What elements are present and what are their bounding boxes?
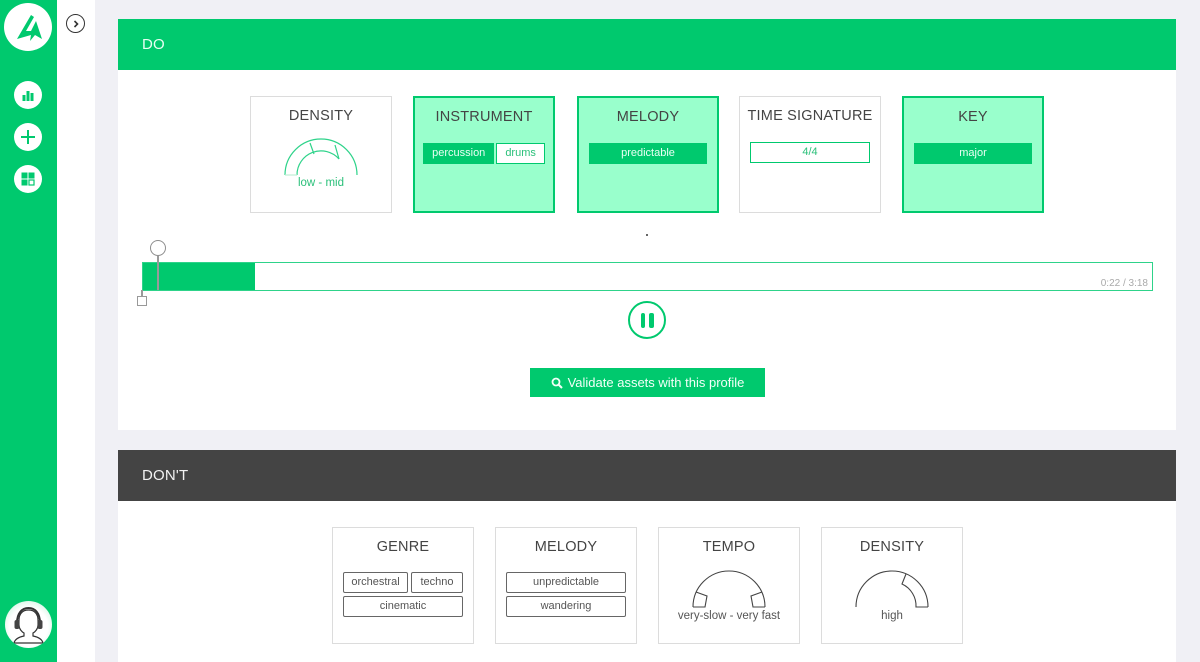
timeline-progress [143, 263, 255, 290]
pause-button[interactable] [628, 301, 666, 339]
gauge-label: high [881, 610, 903, 622]
dont-card-genre[interactable]: GENRE orchestral techno cinematic [332, 527, 474, 644]
do-card-time-signature[interactable]: TIME SIGNATURE 4/4 [739, 96, 881, 213]
card-title: KEY [958, 109, 988, 125]
search-icon [551, 377, 563, 389]
chip-predictable[interactable]: predictable [589, 143, 707, 164]
chip-wandering[interactable]: wandering [506, 596, 626, 617]
do-card-key[interactable]: KEY major [902, 96, 1044, 213]
pause-icon [649, 312, 654, 328]
chip-cinematic[interactable]: cinematic [343, 596, 463, 617]
chevron-right-icon [73, 19, 79, 28]
dont-panel-header: DON'T [118, 450, 1176, 501]
bar-chart-icon [22, 91, 34, 101]
chip-orchestral[interactable]: orchestral [343, 572, 408, 593]
secondary-sidebar [57, 0, 95, 662]
playback-timeline[interactable]: 0:22 / 3:18 [142, 262, 1153, 291]
app-logo[interactable] [4, 3, 52, 51]
density-gauge [855, 570, 929, 608]
card-title: TEMPO [702, 539, 756, 555]
card-title: INSTRUMENT [435, 109, 533, 125]
validate-button-label: Validate assets with this profile [567, 375, 745, 390]
sidebar-item-add[interactable] [14, 123, 42, 151]
do-panel-header: DO [118, 19, 1176, 70]
card-title: DENSITY [859, 539, 925, 555]
playhead-handle[interactable] [150, 240, 166, 256]
plus-icon [21, 130, 35, 144]
playhead-line [157, 256, 159, 290]
grid-icon [21, 172, 35, 186]
dont-card-tempo[interactable]: TEMPO very-slow - very fast [658, 527, 800, 644]
card-title: MELODY [616, 109, 680, 125]
card-title: GENRE [376, 539, 430, 555]
chip-techno[interactable]: techno [411, 572, 463, 593]
validate-assets-button[interactable]: Validate assets with this profile [530, 368, 765, 397]
tempo-gauge [692, 570, 766, 608]
chip-4-4[interactable]: 4/4 [750, 142, 870, 163]
do-card-density[interactable]: DENSITY low - mid [250, 96, 392, 213]
card-title: DENSITY [288, 108, 354, 124]
gauge-label: very-slow - very fast [677, 610, 781, 622]
start-marker-handle[interactable] [137, 296, 147, 306]
chip-major[interactable]: major [914, 143, 1032, 164]
card-title: TIME SIGNATURE [747, 108, 873, 124]
do-card-instrument[interactable]: INSTRUMENT percussion drums [413, 96, 555, 213]
pause-icon [640, 312, 645, 328]
dont-card-density[interactable]: DENSITY high [821, 527, 963, 644]
time-display: 0:22 / 3:18 [1100, 278, 1148, 289]
dont-panel: DON'T GENRE orchestral techno cinematic … [118, 450, 1176, 662]
dont-card-melody[interactable]: MELODY unpredictable wandering [495, 527, 637, 644]
do-panel: DO DENSITY low - mid INSTRUMENT percussi… [118, 19, 1176, 430]
sidebar [0, 0, 57, 662]
sidebar-item-analytics[interactable] [14, 81, 42, 109]
expand-sidebar-button[interactable] [66, 14, 85, 33]
card-title: MELODY [534, 539, 598, 555]
chip-percussion[interactable]: percussion [423, 143, 495, 164]
chip-drums[interactable]: drums [496, 143, 545, 164]
decorative-dot [646, 234, 648, 236]
user-avatar[interactable] [5, 601, 52, 648]
density-gauge [284, 138, 358, 176]
dont-panel-title: DON'T [142, 467, 189, 484]
headphones-user-icon [13, 606, 44, 644]
do-card-melody[interactable]: MELODY predictable [577, 96, 719, 213]
sidebar-item-dashboard[interactable] [14, 165, 42, 193]
chip-unpredictable[interactable]: unpredictable [506, 572, 626, 593]
lightning-logo-icon [17, 15, 42, 41]
do-panel-title: DO [142, 36, 165, 53]
gauge-label: low - mid [297, 177, 344, 189]
